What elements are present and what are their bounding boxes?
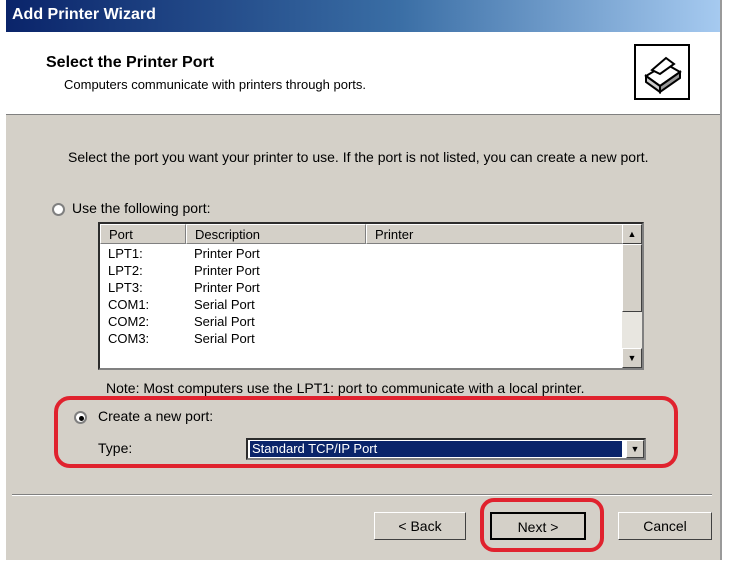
wizard-header: Select the Printer Port Computers commun… (6, 32, 720, 115)
scroll-thumb[interactable] (622, 244, 642, 312)
port-list[interactable]: Port Description Printer LPT1: Printer P… (98, 222, 644, 370)
port-type-value: Standard TCP/IP Port (250, 441, 622, 457)
scroll-down-icon[interactable]: ▼ (622, 348, 642, 368)
port-cell: LPT3: (108, 280, 143, 295)
use-port-radio[interactable] (52, 203, 65, 216)
port-cell: COM2: (108, 314, 150, 329)
description-cell: Serial Port (194, 331, 255, 346)
create-port-label[interactable]: Create a new port: (98, 408, 213, 424)
scroll-up-icon[interactable]: ▲ (622, 224, 642, 244)
window-title: Add Printer Wizard (12, 6, 156, 23)
port-list-header: Port Description Printer (100, 224, 624, 244)
add-printer-wizard-dialog: Add Printer Wizard Select the Printer Po… (6, 0, 722, 560)
page-subtitle: Computers communicate with printers thro… (64, 77, 367, 92)
port-cell: COM3: (108, 331, 150, 346)
column-port[interactable]: Port (100, 224, 186, 244)
create-port-radio[interactable] (74, 411, 87, 424)
use-port-label[interactable]: Use the following port: (72, 200, 211, 216)
page-title: Select the Printer Port (46, 54, 215, 71)
back-button[interactable]: < Back (374, 512, 466, 540)
port-cell: COM1: (108, 297, 150, 312)
port-list-scrollbar[interactable]: ▲ ▼ (622, 224, 642, 368)
title-bar[interactable]: Add Printer Wizard (6, 0, 720, 32)
description-cell: Serial Port (194, 314, 255, 329)
description-cell: Printer Port (194, 263, 260, 278)
description-cell: Serial Port (194, 297, 255, 312)
description-cell: Printer Port (194, 246, 260, 261)
port-cell: LPT1: (108, 246, 143, 261)
cancel-button[interactable]: Cancel (618, 512, 712, 540)
note-text: Note: Most computers use the LPT1: port … (106, 380, 585, 396)
button-separator (12, 494, 712, 496)
instruction-text: Select the port you want your printer to… (68, 149, 649, 165)
chevron-down-icon[interactable]: ▼ (626, 440, 644, 458)
column-description[interactable]: Description (186, 224, 366, 244)
description-cell: Printer Port (194, 280, 260, 295)
printer-wizard-icon (634, 44, 690, 100)
column-printer[interactable]: Printer (366, 224, 624, 244)
type-label: Type: (98, 440, 133, 456)
next-highlight (480, 498, 604, 552)
port-type-select[interactable]: Standard TCP/IP Port ▼ (246, 438, 646, 460)
port-cell: LPT2: (108, 263, 143, 278)
